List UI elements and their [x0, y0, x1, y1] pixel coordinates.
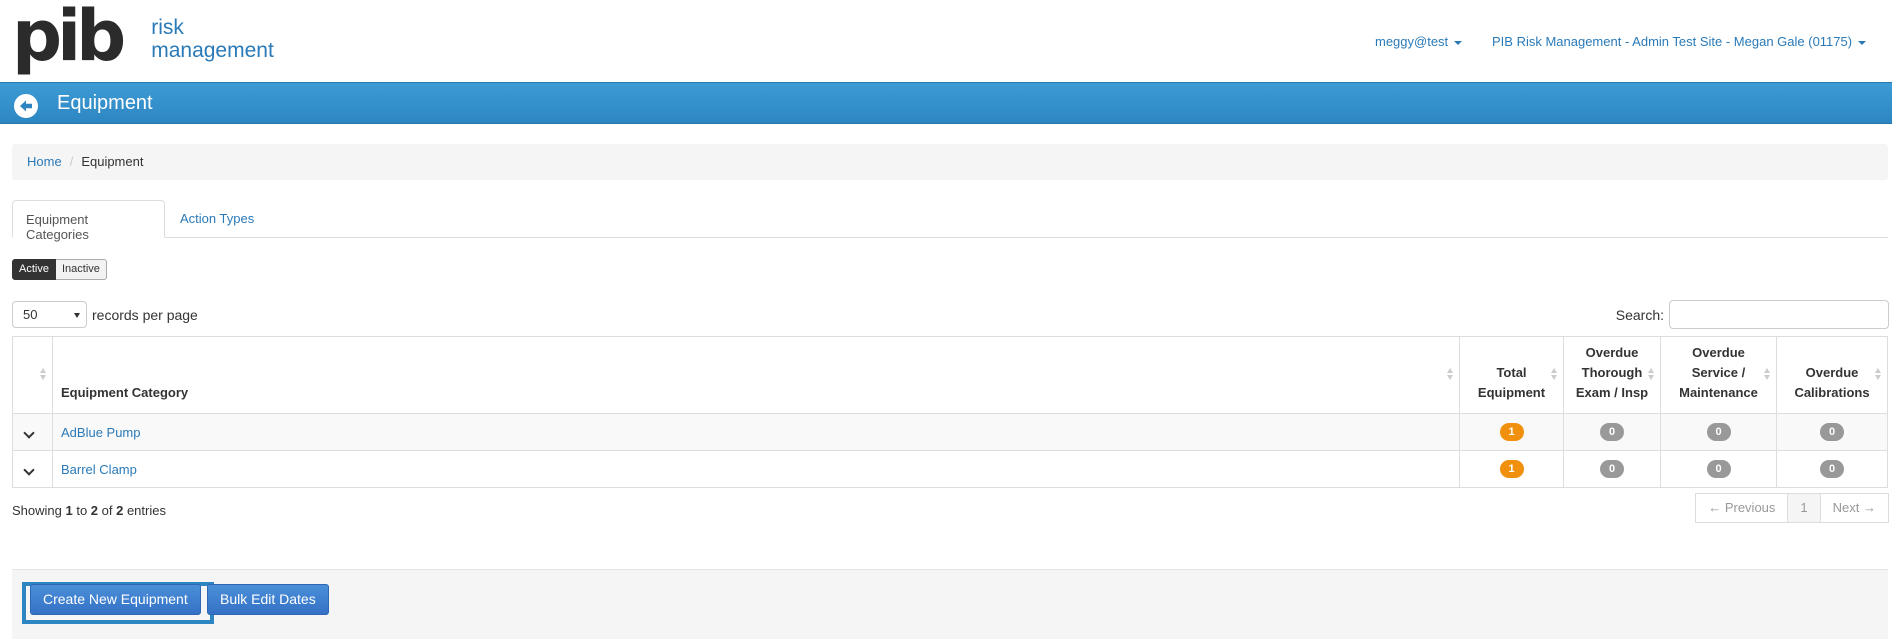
- logo-text-line2: management: [151, 39, 274, 62]
- caret-down-icon: [1858, 40, 1867, 45]
- active-toggle-button[interactable]: Active: [12, 259, 56, 280]
- total-cell: 1: [1459, 450, 1564, 488]
- count-badge: 1: [1499, 423, 1524, 441]
- select-arrow-icon: [74, 313, 80, 318]
- sort-icon: [40, 366, 47, 382]
- count-badge: 0: [1600, 460, 1624, 478]
- tab-bar: Equipment Categories Action Types: [12, 200, 1888, 242]
- overdue-service-cell: 0: [1660, 413, 1777, 451]
- page-size-select[interactable]: 50: [12, 301, 87, 328]
- pagination-page[interactable]: 1: [1788, 493, 1821, 523]
- column-header-expand[interactable]: [12, 336, 53, 414]
- sort-icon: [1764, 366, 1771, 382]
- column-header-overdue-calibrations[interactable]: Overdue Calibrations: [1776, 336, 1888, 414]
- user-menu[interactable]: meggy@test: [1375, 34, 1463, 49]
- table-row: AdBlue Pump 1 0 0 0: [12, 413, 1888, 451]
- chevron-down-icon: [23, 426, 35, 439]
- pagination: ← Previous 1 Next →: [1695, 493, 1889, 523]
- title-bar: Equipment: [0, 82, 1892, 124]
- count-badge: 1: [1499, 460, 1524, 478]
- overdue-service-cell: 0: [1660, 450, 1777, 488]
- page-title: Equipment: [57, 92, 153, 114]
- total-cell: 1: [1459, 413, 1564, 451]
- app-header: pib risk management meggy@test PIB Risk …: [0, 0, 1892, 82]
- page-length-control: 50 records per page: [12, 301, 198, 328]
- breadcrumb-current: Equipment: [81, 154, 144, 169]
- count-badge: 0: [1706, 460, 1731, 478]
- count-badge: 0: [1706, 423, 1731, 441]
- search-input[interactable]: [1669, 300, 1889, 329]
- table-header-row: Equipment Category Total Equipment Overd…: [12, 336, 1888, 414]
- sort-icon: [1648, 366, 1655, 382]
- category-link[interactable]: Barrel Clamp: [61, 462, 137, 477]
- category-cell: AdBlue Pump: [52, 413, 1460, 451]
- page-size-value: 50: [23, 307, 38, 322]
- bulk-edit-dates-button[interactable]: Bulk Edit Dates: [207, 584, 329, 615]
- overdue-calibrations-cell: 0: [1776, 413, 1888, 451]
- chevron-down-icon: [23, 463, 35, 476]
- status-toggle: Active Inactive: [12, 259, 107, 280]
- create-new-equipment-button[interactable]: Create New Equipment: [30, 584, 201, 615]
- arrow-left-icon: [20, 100, 32, 112]
- search-control: Search:: [1616, 300, 1889, 329]
- breadcrumb-home-link[interactable]: Home: [27, 154, 62, 169]
- logo-text: risk management: [151, 16, 274, 62]
- search-label: Search:: [1615, 306, 1664, 323]
- pib-logo[interactable]: pib risk management: [12, 0, 274, 77]
- sort-icon: [1875, 366, 1882, 382]
- user-menu-label: meggy@test: [1375, 34, 1449, 49]
- column-header-total-equipment[interactable]: Total Equipment: [1459, 336, 1564, 414]
- expand-cell[interactable]: [12, 413, 53, 451]
- count-badge: 0: [1600, 423, 1624, 441]
- sort-icon: [1447, 366, 1454, 382]
- category-cell: Barrel Clamp: [52, 450, 1460, 488]
- caret-down-icon: [1454, 40, 1463, 45]
- pagination-previous[interactable]: ← Previous: [1695, 493, 1789, 523]
- table-row: Barrel Clamp 1 0 0 0: [12, 450, 1888, 488]
- overdue-exam-cell: 0: [1563, 413, 1661, 451]
- breadcrumb-separator: /: [69, 154, 74, 169]
- tab-action-types[interactable]: Action Types: [167, 200, 267, 238]
- breadcrumb: Home / Equipment: [12, 144, 1888, 180]
- back-button[interactable]: [14, 94, 38, 118]
- table-info: Showing 1 to 2 of 2 entries: [12, 503, 166, 518]
- site-menu-label: PIB Risk Management - Admin Test Site - …: [1492, 34, 1853, 49]
- site-menu[interactable]: PIB Risk Management - Admin Test Site - …: [1492, 34, 1867, 49]
- count-badge: 0: [1820, 460, 1844, 478]
- tab-equipment-categories[interactable]: Equipment Categories: [12, 200, 165, 242]
- column-header-equipment-category[interactable]: Equipment Category: [52, 336, 1460, 414]
- column-header-overdue-service[interactable]: Overdue Service / Maintenance: [1660, 336, 1777, 414]
- pagination-next[interactable]: Next →: [1820, 493, 1889, 523]
- column-header-overdue-exam[interactable]: Overdue Thorough Exam / Insp: [1563, 336, 1661, 414]
- category-link[interactable]: AdBlue Pump: [61, 425, 141, 440]
- logo-text-line1: risk: [151, 16, 184, 39]
- sort-icon: [1551, 366, 1558, 382]
- count-badge: 0: [1820, 423, 1844, 441]
- expand-cell[interactable]: [12, 450, 53, 488]
- logo-mark: pib: [12, 0, 126, 77]
- overdue-exam-cell: 0: [1563, 450, 1661, 488]
- page-size-label: records per page: [92, 306, 198, 323]
- footer-actions: Create New Equipment Bulk Edit Dates: [12, 569, 1888, 639]
- equipment-categories-table: Equipment Category Total Equipment Overd…: [12, 336, 1888, 488]
- inactive-toggle-button[interactable]: Inactive: [55, 259, 107, 280]
- overdue-calibrations-cell: 0: [1776, 450, 1888, 488]
